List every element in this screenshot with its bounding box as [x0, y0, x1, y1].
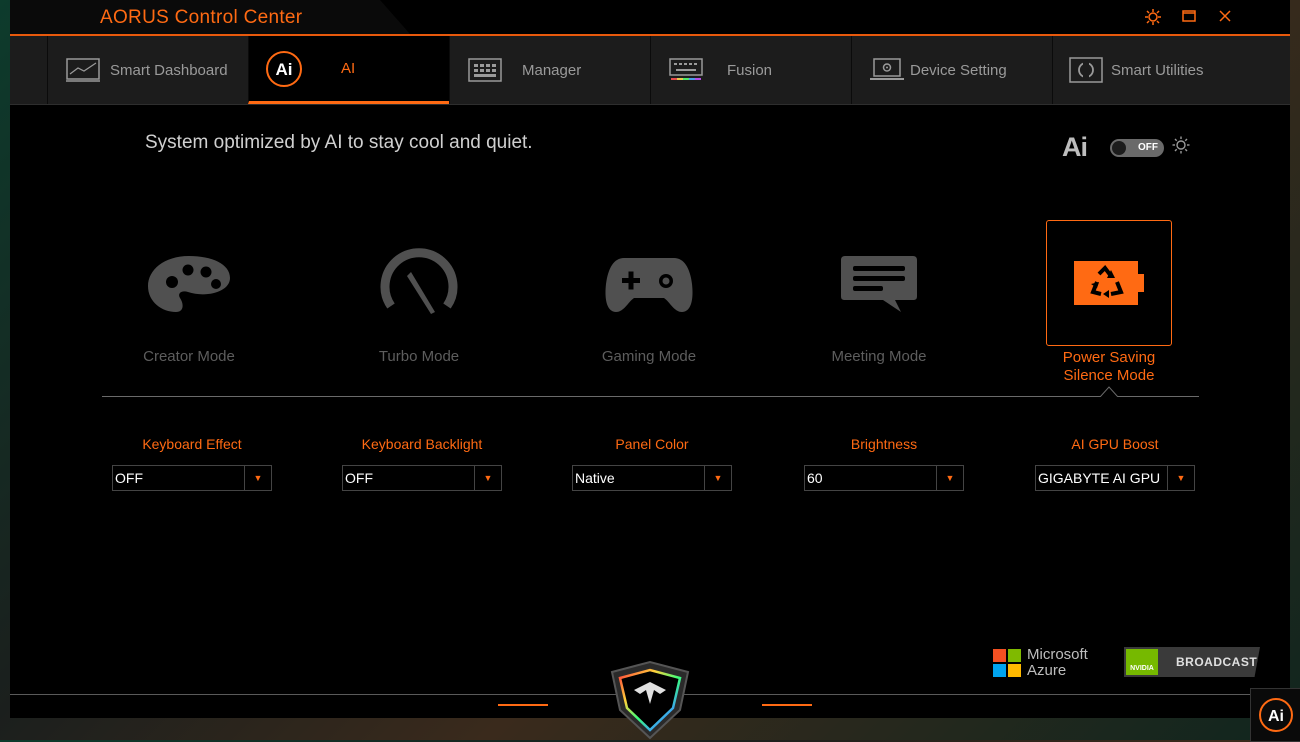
ai-logo: Ai — [1062, 132, 1088, 162]
ai-toggle-group: Ai OFF — [1062, 132, 1190, 163]
azure-line1: Microsoft — [1027, 646, 1088, 663]
toggle-state: OFF — [1138, 141, 1158, 153]
tab-label: Manager — [522, 61, 582, 79]
speedometer-icon — [380, 248, 458, 314]
tab-ai[interactable]: Ai AI — [248, 36, 449, 104]
keyboard-grid-icon — [468, 58, 502, 82]
svg-text:Ai: Ai — [1268, 708, 1284, 725]
nvidia-badge-text: NVIDIA — [1130, 665, 1154, 672]
tab-bar: Smart Dashboard Ai AI Manager Fusion Dev… — [10, 36, 1290, 105]
dropdown-arrow-icon[interactable]: ▼ — [244, 466, 271, 490]
ai-status-text: System optimized by AI to stay cool and … — [145, 132, 533, 153]
gamepad-icon — [605, 258, 693, 312]
setting-label: Keyboard Backlight — [361, 436, 483, 452]
microsoft-logo-icon — [993, 649, 1021, 677]
tab-fusion[interactable]: Fusion — [650, 36, 851, 104]
tab-smart-dashboard[interactable]: Smart Dashboard — [47, 36, 248, 104]
mode-label: Creator Mode — [143, 348, 235, 365]
power-saving-mode-button[interactable]: Power Saving Silence Mode — [1019, 220, 1199, 385]
utilities-icon — [1069, 57, 1103, 83]
tab-label: Smart Dashboard — [110, 61, 228, 79]
meeting-mode-icon-box — [817, 222, 941, 346]
tab-label: Smart Utilities — [1111, 61, 1204, 79]
mode-label: Gaming Mode — [601, 348, 697, 365]
tab-label: Fusion — [727, 61, 773, 79]
ai-toggle-switch[interactable]: OFF — [1110, 138, 1164, 157]
keyboard-effect-setting: Keyboard Effect OFF ▼ — [112, 436, 272, 491]
bottom-accent-right — [762, 704, 812, 706]
chat-bubble-icon — [841, 256, 917, 312]
aorus-shield-logo-icon — [610, 660, 690, 740]
tab-device-setting[interactable]: Device Setting — [851, 36, 1052, 104]
dropdown-arrow-icon[interactable]: ▼ — [474, 466, 501, 490]
mode-label-line2: Silence Mode — [1063, 367, 1155, 384]
setting-label: Panel Color — [615, 436, 689, 452]
creator-mode-icon-box — [127, 222, 251, 346]
keyboard-backlight-select[interactable]: OFF ▼ — [342, 465, 502, 491]
azure-line2: Azure — [1027, 662, 1067, 679]
tab-smart-utilities[interactable]: Smart Utilities — [1052, 36, 1253, 104]
meeting-mode-button[interactable]: Meeting Mode — [789, 222, 969, 366]
ai-gpu-boost-setting: AI GPU Boost GIGABYTE AI GPU ▼ — [1035, 436, 1195, 491]
modes-divider — [102, 396, 1199, 397]
nvidia-broadcast-text: BROADCAST — [1176, 655, 1258, 669]
select-value: OFF — [115, 470, 143, 486]
app-title: AORUS Control Center — [100, 7, 303, 28]
panel-color-setting: Panel Color Native ▼ — [572, 436, 732, 491]
select-value: GIGABYTE AI GPU — [1038, 470, 1161, 486]
keyboard-backlight-setting: Keyboard Backlight OFF ▼ — [342, 436, 502, 491]
select-value: Native — [575, 470, 615, 486]
battery-recycle-icon — [1074, 261, 1144, 305]
ai-gpu-boost-select[interactable]: GIGABYTE AI GPU ▼ — [1035, 465, 1195, 491]
brightness-select[interactable]: 60 ▼ — [804, 465, 964, 491]
select-value: 60 — [807, 470, 823, 486]
tab-label: Device Setting — [910, 61, 1007, 79]
setting-label: Keyboard Effect — [142, 436, 242, 452]
ai-icon: Ai — [1259, 698, 1293, 732]
window-controls — [1143, 8, 1235, 28]
ai-icon: Ai — [266, 50, 302, 87]
mode-label-line1: Power Saving — [1062, 349, 1156, 366]
maximize-icon[interactable] — [1179, 8, 1199, 28]
toggle-knob — [1112, 140, 1126, 155]
title-bar: AORUS Control Center — [10, 0, 1290, 36]
gaming-mode-button[interactable]: Gaming Mode — [559, 222, 739, 366]
rgb-keyboard-icon — [669, 58, 703, 80]
mode-label: Turbo Mode — [378, 348, 460, 365]
turbo-mode-icon-box — [357, 222, 481, 346]
palette-icon — [148, 256, 230, 312]
dropdown-arrow-icon[interactable]: ▼ — [1167, 466, 1194, 490]
creator-mode-button[interactable]: Creator Mode — [99, 222, 279, 366]
settings-gear-icon[interactable] — [1143, 8, 1163, 28]
dashboard-icon — [66, 58, 100, 82]
tab-label: AI — [341, 60, 356, 77]
laptop-settings-icon — [870, 58, 904, 80]
close-icon[interactable] — [1215, 8, 1235, 28]
select-value: OFF — [345, 470, 373, 486]
active-mode-pointer — [1100, 386, 1118, 397]
keyboard-effect-select[interactable]: OFF ▼ — [112, 465, 272, 491]
power-saving-mode-icon-box — [1046, 220, 1172, 346]
ai-tray-button[interactable]: Ai — [1250, 688, 1300, 742]
brightness-setting: Brightness 60 ▼ — [804, 436, 964, 491]
panel-color-select[interactable]: Native ▼ — [572, 465, 732, 491]
setting-label: AI GPU Boost — [1071, 436, 1159, 452]
tab-manager[interactable]: Manager — [449, 36, 650, 104]
microsoft-azure-logo: Microsoft Azure — [993, 647, 1088, 679]
dropdown-arrow-icon[interactable]: ▼ — [704, 466, 731, 490]
turbo-mode-button[interactable]: Turbo Mode — [329, 222, 509, 366]
nvidia-eye-icon: NVIDIA — [1126, 649, 1158, 675]
app-window: AORUS Control Center Smart Dashboard Ai … — [10, 0, 1290, 740]
nvidia-broadcast-logo: NVIDIA BROADCAST — [1124, 647, 1260, 677]
svg-text:Ai: Ai — [276, 60, 293, 79]
dropdown-arrow-icon[interactable]: ▼ — [936, 466, 963, 490]
azure-text: Microsoft Azure — [1027, 647, 1088, 679]
brightness-icon[interactable] — [1172, 136, 1190, 159]
setting-label: Brightness — [850, 436, 918, 452]
gaming-mode-icon-box — [587, 222, 711, 346]
mode-label: Meeting Mode — [831, 348, 927, 365]
bottom-accent-left — [498, 704, 548, 706]
